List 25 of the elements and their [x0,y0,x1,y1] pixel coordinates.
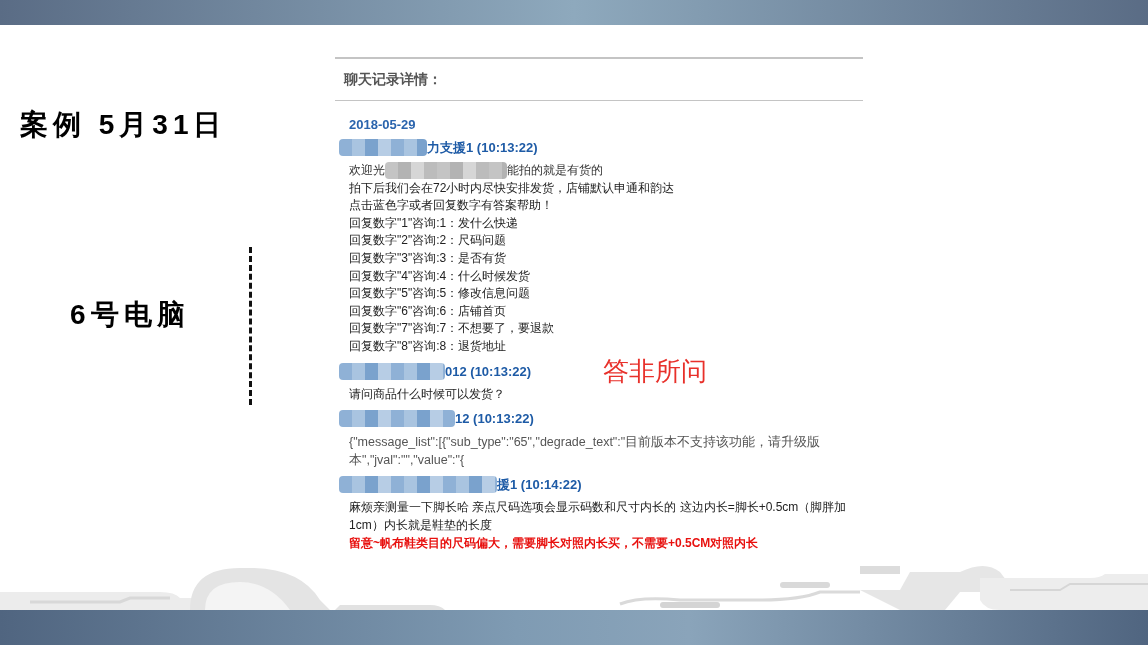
message-text: 回复数字"4"咨询:4：什么时候发货 [349,267,531,285]
message-text: 点击蓝色字或者回复数字有答案帮助！ [349,197,553,215]
warning-text: 留意~帆布鞋类目的尺码偏大，需要脚长对照内长买，不需要+0.5CM对照内长 [349,535,759,553]
message-text: 拍下后我们会在72小时内尽快安排发货，店铺默认申通和韵达 [349,179,675,197]
sender-label: 12 (10:13:22) [455,411,534,427]
sender-label: 012 (10:13:22) [445,363,531,379]
message-text: {"message_list":[{"sub_type":"65","degrade_text":"目前版本不支持该功能，请升级版本","jval":"","value":"{ [349,434,822,470]
date-label: 2018-05-29 [349,116,416,134]
message-text: 回复数字"6"咨询:6：店铺首页 [349,302,507,320]
sender-label: 力支援1 (10:13:22) [427,138,538,157]
message-text: 回复数字"2"咨询:2：尺码问题 [349,232,507,250]
message-text: 回复数字"5"咨询:5：修改信息问题 [349,285,531,303]
message-text: 麻烦亲测量一下脚长哈 亲点尺码选项会显示码数和尺寸内长的 这边内长=脚长+0.5cm（脚胖加1cm）内长就是鞋垫的长度 [349,499,848,534]
sender-label: 援1 (10:14:22) [497,475,582,494]
message-text: 能拍的就是有货的 [507,162,603,180]
message-text: 欢迎光 [349,162,385,180]
message-text: 回复数字"7"咨询:7：不想要了，要退款 [349,320,555,338]
annotation-label: 答非所问 [603,358,707,386]
slide-title: 案例 5月31日 [20,111,227,139]
slide-subtitle: 6号电脑 [70,301,190,329]
message-text: 回复数字"1"咨询:1：发什么快递 [349,214,519,232]
message-text: 请问商品什么时候可以发货？ [349,385,505,403]
message-text: 回复数字"3"咨询:3：是否有货 [349,249,507,267]
message-text: 回复数字"8"咨询:8：退货地址 [349,337,507,355]
chat-log-heading: 聊天记录详情： [344,70,442,89]
